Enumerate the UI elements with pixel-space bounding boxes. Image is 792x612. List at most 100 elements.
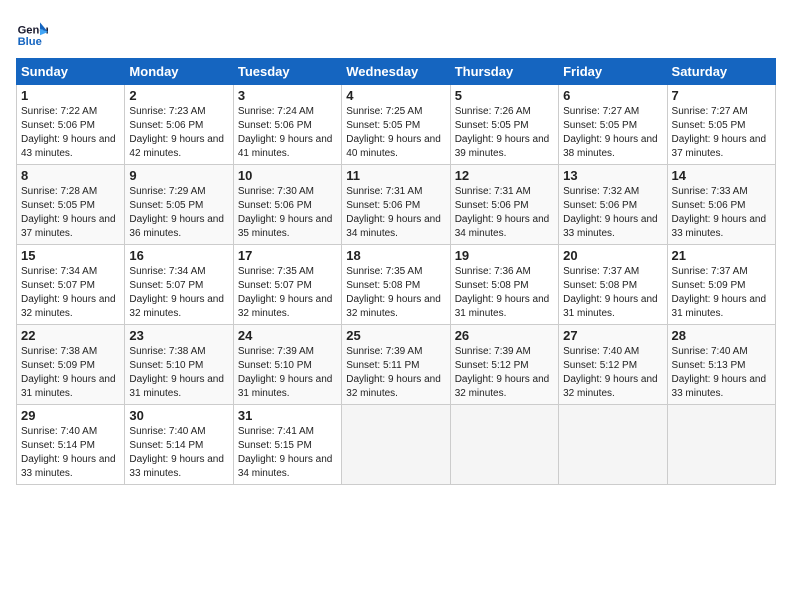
day-number: 5 <box>455 88 554 103</box>
calendar-cell: 9 Sunrise: 7:29 AMSunset: 5:05 PMDaylight… <box>125 165 233 245</box>
calendar-cell: 5 Sunrise: 7:26 AMSunset: 5:05 PMDaylight… <box>450 85 558 165</box>
day-number: 8 <box>21 168 120 183</box>
day-info: Sunrise: 7:38 AMSunset: 5:10 PMDaylight:… <box>129 346 224 399</box>
day-info: Sunrise: 7:31 AMSunset: 5:06 PMDaylight:… <box>346 186 441 239</box>
calendar-cell: 7 Sunrise: 7:27 AMSunset: 5:05 PMDaylight… <box>667 85 775 165</box>
day-info: Sunrise: 7:39 AMSunset: 5:12 PMDaylight:… <box>455 346 550 399</box>
day-number: 12 <box>455 168 554 183</box>
day-number: 3 <box>238 88 337 103</box>
calendar-cell: 28Sunrise: 7:40 AMSunset: 5:13 PMDayligh… <box>667 325 775 405</box>
calendar-cell <box>559 405 667 485</box>
calendar-week-4: 29 Sunrise: 7:40 AMSunset: 5:14 PMDayligh… <box>17 405 776 485</box>
col-wednesday: Wednesday <box>342 59 450 85</box>
day-number: 7 <box>672 88 771 103</box>
calendar-cell: 17Sunrise: 7:35 AMSunset: 5:07 PMDayligh… <box>233 245 341 325</box>
day-info: Sunrise: 7:33 AMSunset: 5:06 PMDaylight:… <box>672 186 767 239</box>
calendar-cell: 2 Sunrise: 7:23 AMSunset: 5:06 PMDaylight… <box>125 85 233 165</box>
calendar-cell: 16 Sunrise: 7:34 AMSunset: 5:07 PMDayligh… <box>125 245 233 325</box>
day-info: Sunrise: 7:39 AMSunset: 5:10 PMDaylight:… <box>238 346 333 399</box>
calendar-cell: 15 Sunrise: 7:34 AMSunset: 5:07 PMDayligh… <box>17 245 125 325</box>
day-info: Sunrise: 7:37 AMSunset: 5:08 PMDaylight:… <box>563 266 658 319</box>
day-number: 19 <box>455 248 554 263</box>
day-number: 6 <box>563 88 662 103</box>
day-number: 23 <box>129 328 228 343</box>
logo: General Blue <box>16 16 54 48</box>
day-info: Sunrise: 7:34 AMSunset: 5:07 PMDaylight:… <box>129 266 224 319</box>
day-number: 14 <box>672 168 771 183</box>
day-info: Sunrise: 7:38 AMSunset: 5:09 PMDaylight:… <box>21 346 116 399</box>
calendar-cell: 29 Sunrise: 7:40 AMSunset: 5:14 PMDayligh… <box>17 405 125 485</box>
day-info: Sunrise: 7:28 AMSunset: 5:05 PMDaylight:… <box>21 186 116 239</box>
day-number: 21 <box>672 248 771 263</box>
calendar-week-1: 8 Sunrise: 7:28 AMSunset: 5:05 PMDaylight… <box>17 165 776 245</box>
day-info: Sunrise: 7:29 AMSunset: 5:05 PMDaylight:… <box>129 186 224 239</box>
calendar-week-2: 15 Sunrise: 7:34 AMSunset: 5:07 PMDayligh… <box>17 245 776 325</box>
day-number: 29 <box>21 408 120 423</box>
day-info: Sunrise: 7:40 AMSunset: 5:14 PMDaylight:… <box>129 426 224 479</box>
day-info: Sunrise: 7:30 AMSunset: 5:06 PMDaylight:… <box>238 186 333 239</box>
col-sunday: Sunday <box>17 59 125 85</box>
calendar-week-0: 1 Sunrise: 7:22 AMSunset: 5:06 PMDaylight… <box>17 85 776 165</box>
calendar-cell: 12 Sunrise: 7:31 AMSunset: 5:06 PMDayligh… <box>450 165 558 245</box>
calendar-cell: 26 Sunrise: 7:39 AMSunset: 5:12 PMDayligh… <box>450 325 558 405</box>
day-number: 4 <box>346 88 445 103</box>
calendar-cell: 20Sunrise: 7:37 AMSunset: 5:08 PMDayligh… <box>559 245 667 325</box>
calendar-cell: 14 Sunrise: 7:33 AMSunset: 5:06 PMDayligh… <box>667 165 775 245</box>
calendar-cell: 8 Sunrise: 7:28 AMSunset: 5:05 PMDaylight… <box>17 165 125 245</box>
day-number: 24 <box>238 328 337 343</box>
day-info: Sunrise: 7:34 AMSunset: 5:07 PMDaylight:… <box>21 266 116 319</box>
calendar-week-3: 22 Sunrise: 7:38 AMSunset: 5:09 PMDayligh… <box>17 325 776 405</box>
calendar-cell: 19Sunrise: 7:36 AMSunset: 5:08 PMDayligh… <box>450 245 558 325</box>
calendar-cell: 13Sunrise: 7:32 AMSunset: 5:06 PMDayligh… <box>559 165 667 245</box>
day-info: Sunrise: 7:40 AMSunset: 5:14 PMDaylight:… <box>21 426 116 479</box>
calendar-cell: 1 Sunrise: 7:22 AMSunset: 5:06 PMDaylight… <box>17 85 125 165</box>
calendar-cell: 11 Sunrise: 7:31 AMSunset: 5:06 PMDayligh… <box>342 165 450 245</box>
day-info: Sunrise: 7:40 AMSunset: 5:12 PMDaylight:… <box>563 346 658 399</box>
calendar-cell: 24 Sunrise: 7:39 AMSunset: 5:10 PMDayligh… <box>233 325 341 405</box>
day-info: Sunrise: 7:23 AMSunset: 5:06 PMDaylight:… <box>129 106 224 159</box>
day-info: Sunrise: 7:25 AMSunset: 5:05 PMDaylight:… <box>346 106 441 159</box>
calendar-cell: 31Sunrise: 7:41 AMSunset: 5:15 PMDayligh… <box>233 405 341 485</box>
calendar-cell: 23 Sunrise: 7:38 AMSunset: 5:10 PMDayligh… <box>125 325 233 405</box>
day-number: 17 <box>238 248 337 263</box>
day-number: 2 <box>129 88 228 103</box>
col-saturday: Saturday <box>667 59 775 85</box>
day-number: 13 <box>563 168 662 183</box>
calendar-cell: 4 Sunrise: 7:25 AMSunset: 5:05 PMDaylight… <box>342 85 450 165</box>
day-info: Sunrise: 7:31 AMSunset: 5:06 PMDaylight:… <box>455 186 550 239</box>
calendar-cell: 30 Sunrise: 7:40 AMSunset: 5:14 PMDayligh… <box>125 405 233 485</box>
calendar-cell: 25Sunrise: 7:39 AMSunset: 5:11 PMDayligh… <box>342 325 450 405</box>
col-thursday: Thursday <box>450 59 558 85</box>
col-monday: Monday <box>125 59 233 85</box>
day-number: 11 <box>346 168 445 183</box>
calendar-cell: 27 Sunrise: 7:40 AMSunset: 5:12 PMDayligh… <box>559 325 667 405</box>
day-number: 15 <box>21 248 120 263</box>
day-number: 16 <box>129 248 228 263</box>
day-info: Sunrise: 7:22 AMSunset: 5:06 PMDaylight:… <box>21 106 116 159</box>
day-number: 28 <box>672 328 771 343</box>
day-number: 26 <box>455 328 554 343</box>
svg-text:Blue: Blue <box>18 36 42 48</box>
day-info: Sunrise: 7:27 AMSunset: 5:05 PMDaylight:… <box>563 106 658 159</box>
day-info: Sunrise: 7:37 AMSunset: 5:09 PMDaylight:… <box>672 266 767 319</box>
day-info: Sunrise: 7:26 AMSunset: 5:05 PMDaylight:… <box>455 106 550 159</box>
day-number: 9 <box>129 168 228 183</box>
calendar-cell: 10 Sunrise: 7:30 AMSunset: 5:06 PMDayligh… <box>233 165 341 245</box>
day-number: 30 <box>129 408 228 423</box>
day-number: 27 <box>563 328 662 343</box>
calendar-cell: 21 Sunrise: 7:37 AMSunset: 5:09 PMDayligh… <box>667 245 775 325</box>
calendar-cell: 22 Sunrise: 7:38 AMSunset: 5:09 PMDayligh… <box>17 325 125 405</box>
page-container: General Blue Sunday Monday Tuesday Wedne… <box>0 0 792 493</box>
header-row: Sunday Monday Tuesday Wednesday Thursday… <box>17 59 776 85</box>
day-info: Sunrise: 7:27 AMSunset: 5:05 PMDaylight:… <box>672 106 767 159</box>
calendar-cell <box>450 405 558 485</box>
day-info: Sunrise: 7:41 AMSunset: 5:15 PMDaylight:… <box>238 426 333 479</box>
day-info: Sunrise: 7:24 AMSunset: 5:06 PMDaylight:… <box>238 106 333 159</box>
day-number: 1 <box>21 88 120 103</box>
calendar-cell: 6 Sunrise: 7:27 AMSunset: 5:05 PMDaylight… <box>559 85 667 165</box>
day-number: 10 <box>238 168 337 183</box>
day-number: 22 <box>21 328 120 343</box>
day-info: Sunrise: 7:39 AMSunset: 5:11 PMDaylight:… <box>346 346 441 399</box>
col-friday: Friday <box>559 59 667 85</box>
calendar-cell <box>667 405 775 485</box>
